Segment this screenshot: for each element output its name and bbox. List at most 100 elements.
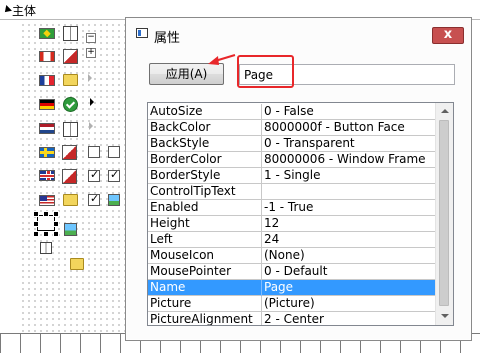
- column-divider[interactable]: [261, 296, 262, 312]
- scroll-down-icon[interactable]: [436, 308, 453, 324]
- design-surface[interactable]: − +: [20, 22, 130, 332]
- scroll-up-icon[interactable]: [436, 103, 453, 119]
- page-icon[interactable]: [63, 49, 78, 64]
- back-arrow-icon[interactable]: [2, 5, 12, 15]
- check-icon[interactable]: [63, 97, 78, 112]
- book-icon[interactable]: [63, 26, 78, 41]
- column-divider[interactable]: [261, 248, 262, 264]
- collapse-icon[interactable]: −: [86, 33, 96, 43]
- property-value[interactable]: 12: [264, 216, 434, 231]
- checked-checkbox-icon[interactable]: [88, 168, 100, 182]
- column-divider[interactable]: [261, 184, 262, 200]
- expand-arrow-icon[interactable]: [90, 98, 94, 106]
- close-icon: x: [443, 27, 453, 42]
- property-value[interactable]: -1 - True: [264, 200, 434, 215]
- property-row[interactable]: ControlTipText: [148, 184, 435, 200]
- vertical-scrollbar[interactable]: [435, 103, 453, 325]
- red-book-icon[interactable]: [62, 169, 77, 184]
- property-value[interactable]: 0 - Default: [264, 264, 434, 279]
- column-divider[interactable]: [261, 232, 262, 248]
- resize-handle[interactable]: [53, 231, 59, 237]
- checked-checkbox-icon[interactable]: [108, 168, 120, 182]
- column-divider[interactable]: [261, 280, 262, 296]
- red-page-icon[interactable]: [62, 145, 77, 160]
- property-grid[interactable]: AutoSize 0 - False BackColor 8000000f - But…: [147, 102, 454, 326]
- germany-flag-icon[interactable]: [39, 99, 55, 110]
- property-name: BorderStyle: [150, 168, 221, 182]
- folder-icon[interactable]: [63, 74, 78, 86]
- column-divider[interactable]: [261, 104, 262, 120]
- property-name: ControlTipText: [150, 184, 236, 198]
- image-control-icon[interactable]: [40, 242, 52, 254]
- uk-flag-icon[interactable]: [39, 170, 55, 181]
- checkbox-icon[interactable]: [108, 146, 120, 158]
- property-value[interactable]: 2 - Center: [264, 312, 434, 325]
- property-value[interactable]: 24: [264, 232, 434, 247]
- resize-handle[interactable]: [33, 231, 39, 237]
- folder-icon[interactable]: [63, 194, 78, 206]
- column-divider[interactable]: [261, 168, 262, 184]
- property-value[interactable]: 0 - False: [264, 104, 434, 119]
- column-divider[interactable]: [261, 264, 262, 280]
- resize-handle[interactable]: [43, 211, 49, 217]
- property-value[interactable]: 8000000f - Button Face: [264, 120, 434, 135]
- property-row[interactable]: AutoSize 0 - False: [148, 104, 435, 120]
- canada-flag-icon[interactable]: [39, 51, 55, 62]
- column-divider[interactable]: [261, 216, 262, 232]
- property-name: Left: [150, 232, 173, 246]
- resize-handle[interactable]: [53, 221, 59, 227]
- checked-checkbox-icon[interactable]: [88, 192, 100, 206]
- resize-handle[interactable]: [53, 211, 59, 217]
- property-row[interactable]: Name Page: [148, 280, 435, 296]
- title-bar[interactable]: 属性 x: [126, 18, 471, 50]
- brazil-flag-icon[interactable]: [39, 28, 55, 39]
- property-value[interactable]: 0 - Transparent: [264, 136, 434, 151]
- properties-window[interactable]: 属性 x 应用(A) AutoSize 0 - False BackColor 800…: [125, 17, 472, 341]
- scroll-thumb[interactable]: [439, 120, 449, 306]
- property-name: Name: [150, 280, 186, 294]
- property-value[interactable]: [264, 184, 434, 199]
- france-flag-icon[interactable]: [39, 75, 55, 86]
- property-row[interactable]: Enabled -1 - True: [148, 200, 435, 216]
- column-divider[interactable]: [261, 152, 262, 168]
- property-name: BorderColor: [150, 152, 222, 166]
- column-divider[interactable]: [261, 120, 262, 136]
- property-name: Enabled: [150, 200, 199, 214]
- netherlands-flag-icon[interactable]: [39, 123, 55, 134]
- property-row[interactable]: Height 12: [148, 216, 435, 232]
- property-value[interactable]: (Picture): [264, 296, 434, 311]
- highlight-annotation: [237, 55, 294, 88]
- column-divider[interactable]: [261, 136, 262, 152]
- image-icon[interactable]: [108, 194, 120, 206]
- property-row[interactable]: BackColor 8000000f - Button Face: [148, 120, 435, 136]
- checkbox-icon[interactable]: [88, 146, 100, 158]
- resize-handle[interactable]: [43, 231, 49, 237]
- resize-handle[interactable]: [33, 211, 39, 217]
- close-button[interactable]: x: [432, 27, 464, 44]
- apply-button[interactable]: 应用(A): [149, 63, 224, 85]
- collapsed-arrow-icon[interactable]: [88, 74, 92, 82]
- property-row[interactable]: BorderStyle 1 - Single: [148, 168, 435, 184]
- property-value[interactable]: (None): [264, 248, 434, 263]
- property-row[interactable]: MouseIcon (None): [148, 248, 435, 264]
- property-row[interactable]: Picture (Picture): [148, 296, 435, 312]
- resize-handle[interactable]: [33, 221, 39, 227]
- column-divider[interactable]: [261, 312, 262, 325]
- expand-icon[interactable]: +: [86, 48, 96, 58]
- property-row[interactable]: BackStyle 0 - Transparent: [148, 136, 435, 152]
- property-name: AutoSize: [150, 104, 203, 118]
- collapsed-arrow-icon[interactable]: [89, 122, 93, 130]
- property-value[interactable]: 1 - Single: [264, 168, 434, 183]
- column-divider[interactable]: [261, 200, 262, 216]
- property-row[interactable]: BorderColor 80000006 - Window Frame: [148, 152, 435, 168]
- property-row[interactable]: PictureAlignment 2 - Center: [148, 312, 435, 325]
- property-row[interactable]: Left 24: [148, 232, 435, 248]
- document-icon[interactable]: [63, 122, 78, 137]
- folder-icon[interactable]: [70, 258, 84, 270]
- image-icon[interactable]: [64, 223, 77, 236]
- sweden-flag-icon[interactable]: [39, 147, 55, 158]
- property-value[interactable]: Page: [264, 280, 434, 295]
- usa-flag-icon[interactable]: [39, 195, 55, 206]
- property-row[interactable]: MousePointer 0 - Default: [148, 264, 435, 280]
- property-value[interactable]: 80000006 - Window Frame: [264, 152, 434, 167]
